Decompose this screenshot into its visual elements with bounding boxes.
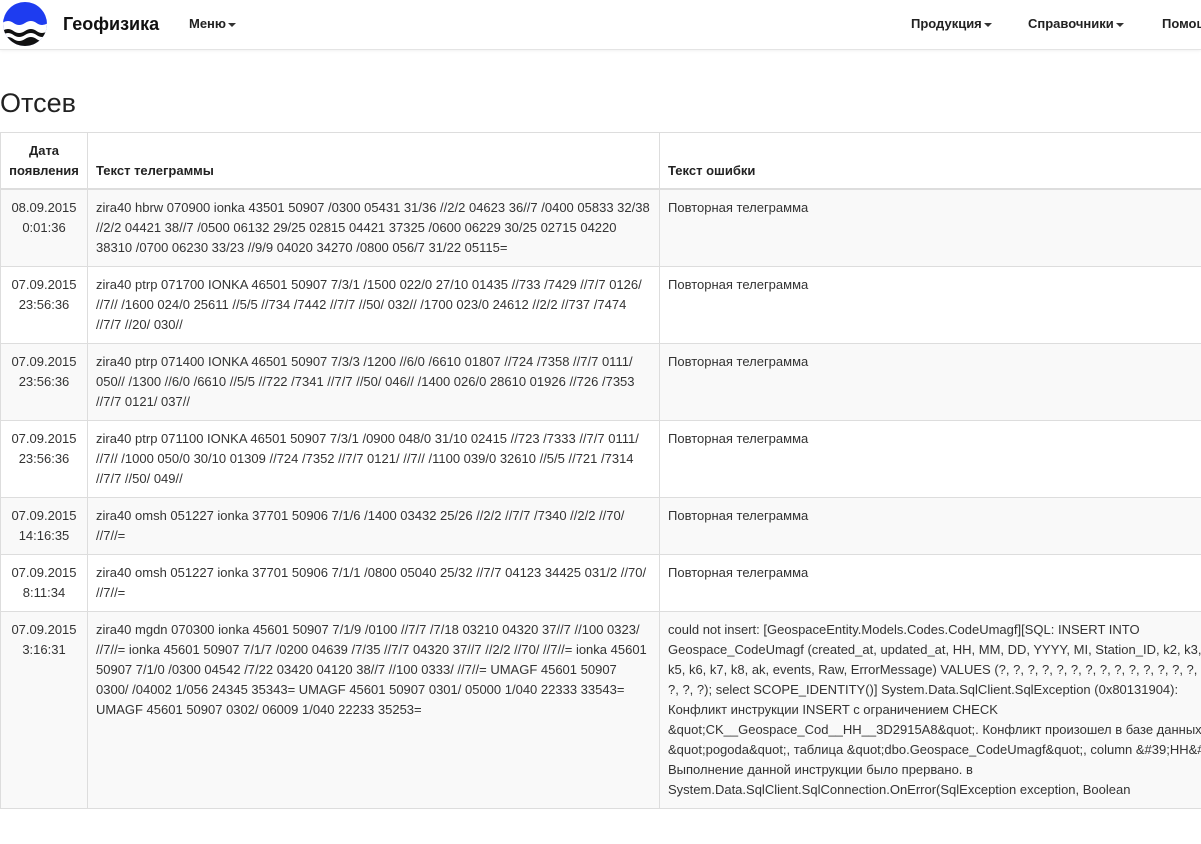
row-error-text: Повторная телеграмма bbox=[659, 497, 1201, 555]
table-row: 07.09.2015 3:16:31 zira40 mgdn 070300 ion… bbox=[0, 611, 1201, 809]
row-date: 07.09.2015 23:56:36 bbox=[0, 266, 88, 344]
caret-down-icon bbox=[228, 22, 237, 27]
top-navbar: Геофизика Меню Продукция Справочники Пом… bbox=[0, 0, 1201, 50]
nav-help-link[interactable]: Помощь bbox=[1162, 16, 1201, 31]
row-error-text: Повторная телеграмма bbox=[659, 554, 1201, 612]
row-telegram-text: zira40 mgdn 070300 ionka 45601 50907 7/1… bbox=[87, 611, 660, 809]
table-row: 07.09.2015 23:56:36 zira40 ptrp 071700 IO… bbox=[0, 266, 1201, 344]
row-error-text: Повторная телеграмма bbox=[659, 266, 1201, 344]
table-body: 08.09.2015 0:01:36 zira40 hbrw 070900 ion… bbox=[0, 188, 1201, 809]
table-row: 07.09.2015 14:16:35 zira40 omsh 051227 io… bbox=[0, 497, 1201, 555]
row-error-text: Повторная телеграмма bbox=[659, 188, 1201, 267]
nav-references-dropdown[interactable]: Справочники bbox=[1028, 16, 1124, 31]
column-header-telegram[interactable]: Текст телеграммы bbox=[87, 132, 660, 190]
row-date: 08.09.2015 0:01:36 bbox=[0, 188, 88, 267]
table-row: 07.09.2015 23:56:36 zira40 ptrp 071100 IO… bbox=[0, 420, 1201, 498]
row-error-text: Повторная телеграмма bbox=[659, 420, 1201, 498]
row-telegram-text: zira40 omsh 051227 ionka 37701 50906 7/1… bbox=[87, 497, 660, 555]
row-date: 07.09.2015 14:16:35 bbox=[0, 497, 88, 555]
caret-down-icon bbox=[983, 22, 992, 27]
brand-link[interactable]: Геофизика bbox=[63, 14, 159, 35]
row-date: 07.09.2015 23:56:36 bbox=[0, 420, 88, 498]
row-telegram-text: zira40 ptrp 071400 IONKA 46501 50907 7/3… bbox=[87, 343, 660, 421]
row-date: 07.09.2015 8:11:34 bbox=[0, 554, 88, 612]
row-error-text: could not insert: [GeospaceEntity.Models… bbox=[659, 611, 1201, 809]
column-header-error[interactable]: Текст ошибки bbox=[659, 132, 1201, 190]
nav-products-dropdown[interactable]: Продукция bbox=[911, 16, 992, 31]
menu-label: Меню bbox=[189, 16, 227, 31]
table-row: 07.09.2015 23:56:36 zira40 ptrp 071400 IO… bbox=[0, 343, 1201, 421]
logo-icon[interactable] bbox=[2, 1, 48, 47]
table-header-row: Дата появления Текст телеграммы Текст ош… bbox=[0, 132, 1201, 190]
table-row: 07.09.2015 8:11:34 zira40 omsh 051227 ion… bbox=[0, 554, 1201, 612]
nav-products-label: Продукция bbox=[911, 16, 982, 31]
page-title: Отсев bbox=[0, 88, 76, 118]
rejected-telegrams-table: Дата появления Текст телеграммы Текст ош… bbox=[0, 132, 1201, 809]
nav-help-label: Помощь bbox=[1162, 16, 1201, 31]
row-telegram-text: zira40 hbrw 070900 ionka 43501 50907 /03… bbox=[87, 188, 660, 267]
column-header-date[interactable]: Дата появления bbox=[0, 132, 88, 190]
row-error-text: Повторная телеграмма bbox=[659, 343, 1201, 421]
row-date: 07.09.2015 3:16:31 bbox=[0, 611, 88, 809]
row-date: 07.09.2015 23:56:36 bbox=[0, 343, 88, 421]
nav-references-label: Справочники bbox=[1028, 16, 1114, 31]
table-row: 08.09.2015 0:01:36 zira40 hbrw 070900 ion… bbox=[0, 188, 1201, 267]
caret-down-icon bbox=[1115, 22, 1124, 27]
row-telegram-text: zira40 ptrp 071100 IONKA 46501 50907 7/3… bbox=[87, 420, 660, 498]
row-telegram-text: zira40 ptrp 071700 IONKA 46501 50907 7/3… bbox=[87, 266, 660, 344]
row-telegram-text: zira40 omsh 051227 ionka 37701 50906 7/1… bbox=[87, 554, 660, 612]
menu-dropdown[interactable]: Меню bbox=[189, 16, 237, 31]
